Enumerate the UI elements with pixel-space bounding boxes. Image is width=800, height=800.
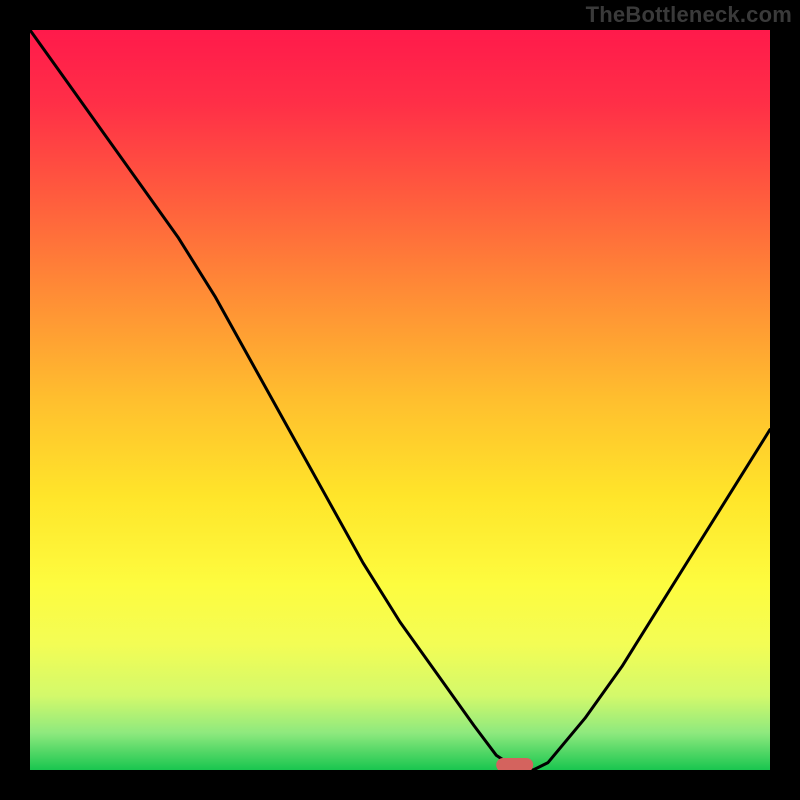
chart-svg: [30, 30, 770, 770]
optimal-marker: [496, 758, 533, 770]
gradient-background: [30, 30, 770, 770]
chart-plot: [30, 30, 770, 770]
watermark-text: TheBottleneck.com: [586, 2, 792, 28]
chart-frame: TheBottleneck.com: [0, 0, 800, 800]
